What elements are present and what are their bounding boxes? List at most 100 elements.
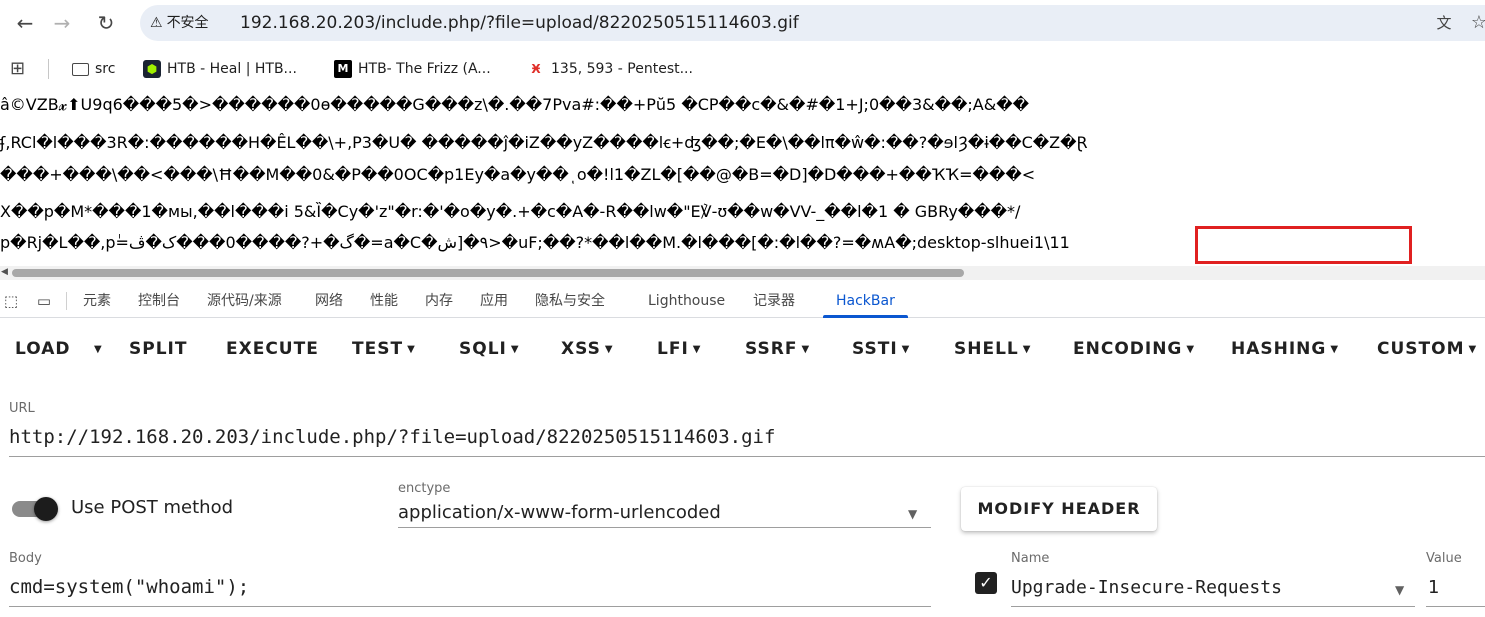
ssti-menu[interactable]: SSTI ▼ (852, 338, 910, 360)
bookmark-htb-frizz[interactable]: M HTB- The Frizz (A... (334, 58, 491, 80)
tab-hackbar[interactable]: HackBar (836, 284, 895, 318)
tab-sources[interactable]: 源代码/来源 (207, 284, 282, 318)
output-garbage: p�Rj�L��,pٰ=گ�+?����0���ک�ڤ�=a�C�٩�[ش>�u… (0, 233, 917, 252)
device-toggle-icon[interactable]: ▭ (33, 291, 55, 311)
output-line: p�Rj�L��,pٰ=گ�+?����0���ک�ڤ�=a�C�٩�[ش>�u… (0, 232, 1070, 254)
star-icon[interactable]: ☆ (1467, 12, 1485, 34)
tab-memory[interactable]: 内存 (425, 284, 453, 318)
highlight-box (1195, 226, 1412, 264)
ssrf-menu[interactable]: SSRF ▼ (745, 338, 810, 360)
enctype-select[interactable]: application/x-www-form-urlencoded (398, 502, 721, 523)
header-value-label: Value (1426, 551, 1462, 566)
caret-down-icon: ▼ (604, 344, 614, 355)
arrow-left-icon[interactable]: ← (11, 9, 39, 37)
scrollbar-thumb[interactable] (12, 269, 964, 277)
caret-down-icon[interactable]: ▼ (1395, 583, 1404, 597)
tab-application[interactable]: 应用 (480, 284, 508, 318)
htb-cube-icon: ⬢ (143, 60, 161, 78)
url-field-underline (9, 456, 1485, 457)
execute-label: EXECUTE (226, 339, 319, 359)
bookmark-label: HTB- The Frizz (A... (358, 61, 491, 77)
tab-console[interactable]: 控制台 (138, 284, 180, 318)
bookmark-label: HTB - Heal | HTB... (167, 61, 297, 77)
execute-button[interactable]: EXECUTE (226, 338, 319, 360)
enctype-label: enctype (398, 481, 451, 496)
address-bar[interactable]: ⚠ 不安全 192.168.20.203/include.php/?file=u… (140, 5, 1485, 41)
tab-network[interactable]: 网络 (315, 284, 343, 318)
translate-icon[interactable]: 文 (1432, 12, 1456, 34)
body-field-underline (9, 606, 931, 607)
bookmark-htb-heal[interactable]: ⬢ HTB - Heal | HTB... (143, 58, 297, 80)
tab-privacy-security[interactable]: 隐私与安全 (535, 284, 605, 318)
page-output: â©VZB𝔁⬆U9q6���5�>������0ɵ�����G���z\�.��… (0, 88, 1485, 268)
header-value-underline (1426, 606, 1485, 607)
bookmark-src[interactable]: src (72, 58, 115, 80)
inspect-icon[interactable]: ⬚ (0, 291, 22, 311)
caret-down-icon: ▼ (901, 344, 911, 355)
xss-label: XSS (561, 339, 601, 359)
arrow-right-icon[interactable]: → (48, 9, 76, 37)
caret-down-icon: ▼ (1330, 344, 1340, 355)
post-toggle-label: Use POST method (71, 497, 234, 518)
load-button[interactable]: LOAD (15, 338, 71, 360)
lfi-label: LFI (657, 339, 689, 359)
hackbar-toolbar: LOAD ▼ SPLIT EXECUTE TEST ▼ SQLI ▼ XSS ▼ LF… (0, 326, 1485, 372)
output-line: ���+���\��<���\Ħ��M��0&�P��0OC�p1Ey�a�y�… (0, 165, 1036, 184)
header-name-field[interactable]: Upgrade-Insecure-Requests (1011, 577, 1282, 598)
warning-triangle-icon: ⚠ (150, 15, 163, 31)
folder-icon (72, 62, 89, 76)
caret-down-icon: ▼ (510, 344, 520, 355)
hashing-menu[interactable]: HASHING ▼ (1231, 338, 1339, 360)
output-line: X��p�M*���1�мы,��l���i 5&Ȉ�Cy�'z"�r:�'�o… (0, 202, 1021, 221)
custom-menu[interactable]: CUSTOM ▼ (1377, 338, 1477, 360)
bookmarks-divider (48, 59, 49, 79)
whoami-result: desktop-slhuei1\11 (916, 233, 1070, 252)
tab-elements[interactable]: 元素 (83, 284, 111, 318)
header-enabled-checkbox[interactable]: ✓ (975, 572, 997, 594)
tab-recorder[interactable]: 记录器 (753, 284, 795, 318)
url-field[interactable]: http://192.168.20.203/include.php/?file=… (9, 426, 775, 448)
caret-down-icon: ▼ (1468, 344, 1478, 355)
lfi-menu[interactable]: LFI ▼ (657, 338, 701, 360)
output-line: â©VZB𝔁⬆U9q6���5�>������0ɵ�����G���z\�.��… (0, 95, 1030, 114)
custom-label: CUSTOM (1377, 339, 1465, 359)
modify-header-button[interactable]: MODIFY HEADER (961, 487, 1157, 531)
xss-menu[interactable]: XSS ▼ (561, 338, 614, 360)
sqli-menu[interactable]: SQLI ▼ (459, 338, 520, 360)
header-name-underline (1011, 606, 1415, 607)
post-toggle-knob[interactable] (34, 497, 58, 521)
reload-icon[interactable]: ↻ (92, 9, 120, 37)
shell-menu[interactable]: SHELL ▼ (954, 338, 1031, 360)
bookmark-label: src (95, 61, 116, 77)
split-label: SPLIT (129, 339, 188, 359)
devtools-tabbar: ⬚ ▭ 元素 控制台 源代码/来源 网络 性能 内存 应用 隐私与安全 Ligh… (0, 284, 1485, 318)
bookmarks-bar: ⊞ src ⬢ HTB - Heal | HTB... M HTB- The F… (0, 52, 1485, 86)
horizontal-scrollbar[interactable]: ◀ (0, 266, 1485, 280)
caret-down-icon: ▼ (1022, 344, 1032, 355)
caret-down-icon: ▼ (94, 344, 103, 355)
security-chip[interactable]: ⚠ 不安全 (150, 13, 209, 33)
load-dropdown[interactable]: ▼ (90, 338, 103, 360)
sqli-label: SQLI (459, 339, 507, 359)
security-label: 不安全 (166, 15, 209, 31)
scroll-left-icon[interactable]: ◀ (1, 267, 8, 277)
caret-down-icon[interactable]: ▼ (908, 507, 917, 521)
browser-toolbar: ← → ↻ ⚠ 不安全 192.168.20.203/include.php/?… (0, 0, 1485, 46)
tab-lighthouse[interactable]: Lighthouse (648, 284, 725, 318)
caret-down-icon: ▼ (407, 344, 416, 355)
checkmark-icon: ✓ (979, 573, 993, 592)
test-menu[interactable]: TEST ▼ (352, 338, 416, 360)
encoding-menu[interactable]: ENCODING ▼ (1073, 338, 1195, 360)
tab-performance[interactable]: 性能 (370, 284, 398, 318)
bookmark-pentest[interactable]: Ӿ 135, 593 - Pentest... (527, 58, 693, 80)
split-button[interactable]: SPLIT (129, 338, 187, 360)
header-value-field[interactable]: 1 (1428, 577, 1439, 598)
body-field[interactable]: cmd=system("whoami"); (9, 576, 249, 598)
url-text[interactable]: 192.168.20.203/include.php/?file=upload/… (240, 12, 799, 34)
encoding-label: ENCODING (1073, 339, 1183, 359)
apps-grid-icon[interactable]: ⊞ (10, 59, 25, 79)
caret-down-icon: ▼ (692, 344, 702, 355)
hacktricks-icon: Ӿ (531, 62, 541, 76)
devtools-divider (66, 292, 67, 310)
hashing-label: HASHING (1231, 339, 1327, 359)
